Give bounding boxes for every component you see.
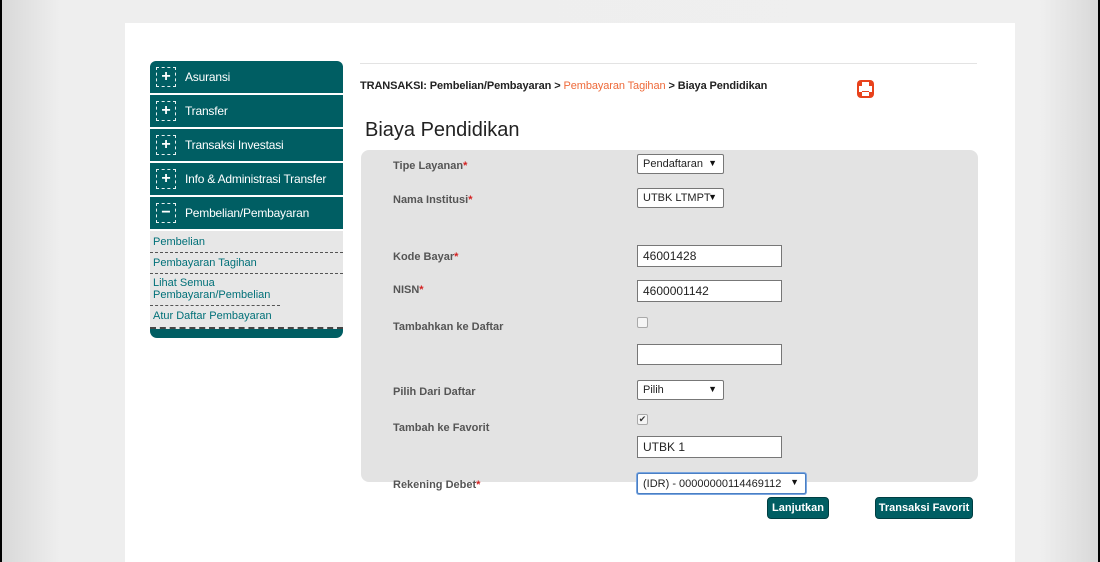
label-kode-bayar: Kode Bayar* (393, 251, 459, 263)
nama-favorit-input[interactable]: UTBK 1 (637, 436, 782, 458)
label-pilih-dari-daftar: Pilih Dari Daftar (393, 386, 476, 398)
label-nisn: NISN* (393, 284, 424, 296)
submenu-item-lihat-semua[interactable]: Lihat Semua Pembayaran/Pembelian (150, 274, 280, 306)
header-divider (360, 63, 977, 64)
plus-icon: + (156, 101, 176, 121)
tipe-layanan-select[interactable]: Pendaftaran ▼ (637, 154, 724, 174)
label-rekening-debet: Rekening Debet* (393, 479, 481, 491)
label-tambah-ke-favorit: Tambah ke Favorit (393, 422, 490, 434)
sidebar-item-label: Info & Administrasi Transfer (185, 172, 327, 186)
lanjutkan-button[interactable]: Lanjutkan (767, 497, 829, 519)
plus-icon: + (156, 135, 176, 155)
sidebar-item-info-administrasi-transfer[interactable]: + Info & Administrasi Transfer (150, 163, 343, 197)
plus-icon: + (156, 67, 176, 87)
sidebar-footer (150, 329, 343, 338)
sidebar-submenu: Pembelian Pembayaran Tagihan Lihat Semua… (150, 231, 343, 329)
plus-icon: + (156, 169, 176, 189)
tambahkan-ke-daftar-checkbox[interactable] (637, 317, 648, 328)
minus-icon: − (156, 203, 176, 223)
sidebar-item-label: Transfer (185, 104, 228, 118)
sidebar-item-label: Pembelian/Pembayaran (185, 206, 310, 220)
chevron-down-icon: ▼ (790, 477, 799, 487)
breadcrumb-prefix: TRANSAKSI: Pembelian/Pembayaran > (360, 80, 564, 92)
transaksi-favorit-button[interactable]: Transaksi Favorit (875, 497, 973, 519)
pilih-dari-daftar-select[interactable]: Pilih ▼ (637, 380, 724, 400)
row-pilih-dari-daftar: Pilih Dari Daftar Pilih ▼ (361, 380, 978, 400)
print-icon[interactable] (857, 80, 874, 98)
submenu-item-pembelian[interactable]: Pembelian (150, 231, 343, 253)
sidebar-item-pembelian-pembayaran[interactable]: − Pembelian/Pembayaran (150, 197, 343, 231)
row-tipe-layanan: Tipe Layanan* Pendaftaran ▼ (361, 154, 978, 174)
sidebar-item-transaksi-investasi[interactable]: + Transaksi Investasi (150, 129, 343, 163)
label-nama-institusi: Nama Institusi* (393, 194, 473, 206)
sidebar: + Asuransi + Transfer + Transaksi Invest… (150, 61, 343, 338)
page-container: + Asuransi + Transfer + Transaksi Invest… (125, 23, 1015, 562)
label-tambahkan-ke-daftar: Tambahkan ke Daftar (393, 321, 504, 333)
nama-daftar-input[interactable] (637, 344, 782, 365)
chevron-down-icon: ▼ (708, 158, 717, 168)
sidebar-item-transfer[interactable]: + Transfer (150, 95, 343, 129)
sidebar-item-label: Transaksi Investasi (185, 138, 284, 152)
row-rekening-debet: Rekening Debet* (IDR) - 0000000011446911… (361, 473, 978, 494)
rekening-debet-select[interactable]: (IDR) - 00000000114469112 ▼ (637, 473, 806, 494)
nisn-input[interactable]: 4600001142 (637, 280, 782, 302)
submenu-item-pembayaran-tagihan[interactable]: Pembayaran Tagihan (150, 253, 343, 274)
chevron-down-icon: ▼ (708, 384, 717, 394)
label-tipe-layanan: Tipe Layanan* (393, 160, 468, 172)
kode-bayar-input[interactable]: 46001428 (637, 245, 782, 267)
sidebar-item-asuransi[interactable]: + Asuransi (150, 61, 343, 95)
sidebar-item-label: Asuransi (185, 70, 231, 84)
submenu-item-atur-daftar-pembayaran[interactable]: Atur Daftar Pembayaran (150, 306, 343, 329)
nama-institusi-select[interactable]: UTBK LTMPT ▼ (637, 188, 724, 208)
row-nama-institusi: Nama Institusi* UTBK LTMPT ▼ (361, 188, 978, 208)
breadcrumb: TRANSAKSI: Pembelian/Pembayaran > Pembay… (360, 80, 767, 92)
page-title: Biaya Pendidikan (365, 119, 520, 141)
tambah-ke-favorit-checkbox[interactable]: ✔ (637, 414, 648, 425)
chevron-down-icon: ▼ (708, 192, 717, 202)
breadcrumb-current: > Biaya Pendidikan (665, 80, 768, 92)
payment-form: Tipe Layanan* Pendaftaran ▼ Nama Institu… (361, 150, 978, 494)
breadcrumb-link-pembayaran-tagihan[interactable]: Pembayaran Tagihan (564, 80, 666, 92)
